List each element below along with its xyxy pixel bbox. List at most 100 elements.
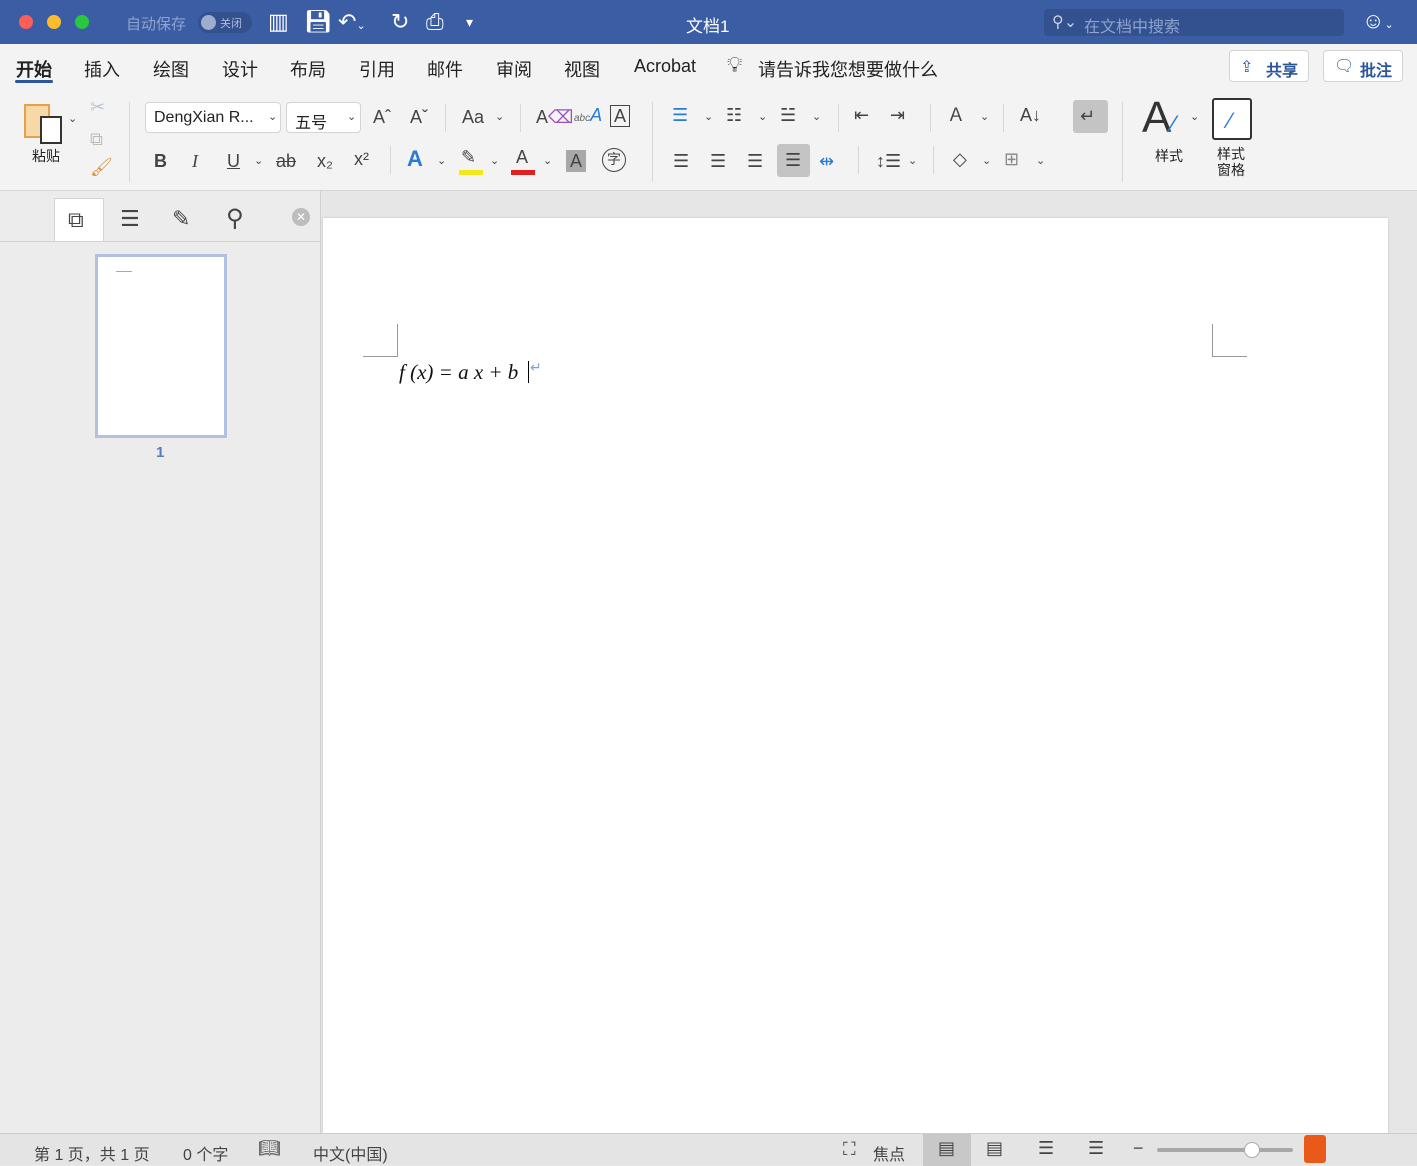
close-pane-icon[interactable]: ✕ <box>292 208 310 226</box>
text-effects-icon[interactable]: A <box>407 148 423 170</box>
word-count[interactable]: 0 个字 <box>183 1141 228 1165</box>
styles-gallery-icon[interactable]: A⁄ <box>1142 94 1175 149</box>
copy-icon[interactable]: ⧉ <box>90 128 103 150</box>
language[interactable]: 中文(中国) <box>313 1141 388 1165</box>
tab-mailings[interactable]: 邮件 <box>427 56 463 82</box>
tab-design[interactable]: 设计 <box>222 56 258 82</box>
paste-button[interactable] <box>22 98 64 148</box>
page-count[interactable]: 第 1 页，共 1 页 <box>34 1141 150 1165</box>
draft-view-icon[interactable]: ☰ <box>1088 1138 1104 1159</box>
chevron-down-icon[interactable]: ⌄ <box>812 110 821 123</box>
print-layout-button[interactable]: ▤ <box>923 1134 971 1166</box>
equation[interactable]: f (x) = a x + b <box>399 360 518 385</box>
chevron-down-icon[interactable]: ⌄ <box>437 154 446 167</box>
smiley-feedback-icon[interactable]: ☺⌄ <box>1362 8 1394 34</box>
grow-font-icon[interactable]: Aˆ <box>373 106 391 128</box>
print-icon[interactable]: ⎙ <box>426 9 444 35</box>
close-window-button[interactable] <box>19 15 33 29</box>
autosave-toggle[interactable]: 关闭 <box>198 12 252 33</box>
minimize-window-button[interactable] <box>47 15 61 29</box>
align-left-icon[interactable]: ☰ <box>673 150 689 172</box>
font-size-select[interactable]: 五号 ⌄ <box>286 102 361 133</box>
edit-doc-tab-icon[interactable]: ✎ <box>172 206 190 232</box>
tab-view[interactable]: 视图 <box>564 56 600 82</box>
proofing-icon[interactable]: 📖︎ <box>258 1138 281 1159</box>
shrink-font-icon[interactable]: Aˇ <box>410 106 428 128</box>
chevron-down-icon[interactable]: ⌄ <box>495 110 504 123</box>
chevron-down-icon[interactable]: ⌄ <box>490 154 499 167</box>
italic-button[interactable]: I <box>192 150 198 172</box>
superscript-button[interactable]: x² <box>354 148 369 170</box>
paste-dropdown-icon[interactable]: ⌄ <box>68 112 77 125</box>
focus-icon[interactable]: ⛶ <box>843 1139 856 1160</box>
chevron-down-icon[interactable]: ⌄ <box>980 110 989 123</box>
chevron-down-icon[interactable]: ⌄ <box>704 110 713 123</box>
decrease-indent-icon[interactable]: ⇤ <box>854 104 869 126</box>
borders-icon[interactable]: ⊞ <box>1004 148 1019 170</box>
numbering-icon[interactable]: ☷ <box>726 104 742 126</box>
highlight-color-icon[interactable]: ✎ <box>461 146 476 168</box>
save-icon[interactable]: 💾︎ <box>304 9 332 35</box>
chevron-down-icon[interactable]: ⌄ <box>982 154 991 167</box>
phonetic-guide-icon[interactable]: abcA <box>574 104 602 130</box>
comments-button[interactable]: 🗨︎ 批注 <box>1323 50 1403 82</box>
document-page[interactable]: f (x) = a x + b ↵ <box>323 218 1388 1148</box>
show-formatting-button[interactable]: ↵ <box>1073 100 1108 133</box>
justify-button[interactable]: ☰ <box>777 144 810 177</box>
character-shading-icon[interactable]: A <box>566 150 587 172</box>
bold-button[interactable]: B <box>154 150 167 172</box>
zoom-slider[interactable] <box>1157 1148 1293 1152</box>
increase-indent-icon[interactable]: ⇥ <box>890 104 905 126</box>
styles-pane-button[interactable]: ⁄ <box>1212 98 1252 140</box>
change-case-button[interactable]: Aa <box>462 106 484 128</box>
search-input[interactable]: ⚲⌄ 在文档中搜索 <box>1044 9 1344 36</box>
multilevel-list-icon[interactable]: ☱ <box>780 104 796 126</box>
align-center-icon[interactable]: ☰ <box>710 150 726 172</box>
cut-icon[interactable]: ✂ <box>90 96 105 118</box>
chevron-down-icon[interactable]: ⌄ <box>758 110 767 123</box>
undo-icon[interactable]: ↶⌄ <box>338 9 366 39</box>
bullets-icon[interactable]: ☰ <box>672 104 688 126</box>
shading-icon[interactable]: ◇ <box>953 148 967 170</box>
tab-draw[interactable]: 绘图 <box>153 56 189 82</box>
tab-layout[interactable]: 布局 <box>290 56 326 82</box>
chevron-down-icon[interactable]: ⌄ <box>1190 110 1199 123</box>
tab-insert[interactable]: 插入 <box>84 56 120 82</box>
thumbnails-tab[interactable]: ⧉ <box>54 198 104 242</box>
chevron-down-icon[interactable]: ⌄ <box>908 154 917 167</box>
search-tab-icon[interactable]: ⚲ <box>226 204 244 233</box>
line-spacing-icon[interactable]: ↕☰ <box>876 150 901 172</box>
redo-icon[interactable]: ↻ <box>391 9 409 35</box>
sort-icon[interactable]: A↓ <box>1020 104 1041 126</box>
format-painter-icon[interactable]: 🖌︎ <box>90 156 113 178</box>
enclose-characters-icon[interactable]: 字 <box>602 148 626 172</box>
subscript-button[interactable]: x₂ <box>317 150 333 172</box>
align-right-icon[interactable]: ☰ <box>747 150 763 172</box>
tell-me-input[interactable]: 请告诉我您想要做什么 <box>758 56 938 82</box>
sidebar-toggle-icon[interactable]: ▥ <box>268 9 289 35</box>
zoom-window-button[interactable] <box>75 15 89 29</box>
chevron-down-icon[interactable]: ⌄ <box>543 154 552 167</box>
web-layout-icon[interactable]: ▤ <box>986 1138 1003 1159</box>
clear-formatting-icon[interactable]: A⌫ <box>536 106 573 128</box>
focus-label[interactable]: 焦点 <box>873 1141 905 1165</box>
share-button[interactable]: ⇪ 共享 <box>1229 50 1309 82</box>
chevron-down-icon[interactable]: ⌄ <box>1036 154 1045 167</box>
chevron-down-icon[interactable]: ⌄ <box>254 154 263 167</box>
outline-view-icon[interactable]: ☰ <box>1038 1138 1054 1159</box>
font-name-select[interactable]: DengXian R... ⌄ <box>145 102 281 133</box>
page-thumbnail[interactable] <box>95 254 227 438</box>
outline-tab-icon[interactable]: ☰ <box>120 206 140 232</box>
tab-home[interactable]: 开始 <box>16 56 52 82</box>
text-direction-icon[interactable]: Ａ <box>947 104 965 126</box>
tab-review[interactable]: 审阅 <box>496 56 532 82</box>
tab-references[interactable]: 引用 <box>359 56 395 82</box>
tab-acrobat[interactable]: Acrobat <box>634 56 696 77</box>
underline-button[interactable]: U <box>227 150 240 172</box>
zoom-out-icon[interactable]: − <box>1133 1138 1144 1159</box>
customize-toolbar-icon[interactable]: ▾ <box>466 9 473 35</box>
character-border-icon[interactable]: A <box>610 105 631 127</box>
zoom-slider-thumb[interactable] <box>1244 1142 1261 1158</box>
distributed-icon[interactable]: ⇹ <box>819 150 834 172</box>
strikethrough-button[interactable]: ab <box>276 150 296 172</box>
